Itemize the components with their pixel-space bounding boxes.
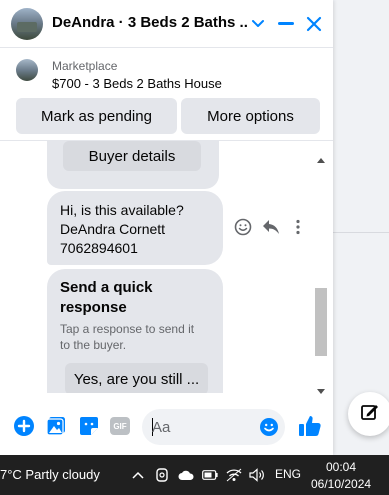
chevron-up-icon[interactable]: [130, 467, 146, 483]
listing-title: $700 - 3 Beds 2 Baths House: [52, 76, 222, 91]
message-line: DeAndra Cornett: [60, 221, 166, 237]
listing-actions: Mark as pending More options: [0, 96, 333, 138]
cloud-icon[interactable]: [178, 467, 194, 483]
message-input[interactable]: Aa: [142, 409, 285, 445]
gif-label: GIF: [110, 417, 130, 435]
language-indicator[interactable]: ENG: [275, 467, 301, 481]
photo-icon[interactable]: [45, 415, 67, 437]
react-icon[interactable]: [233, 217, 253, 237]
message-line: Hi, is this available?: [60, 202, 184, 218]
new-message-button[interactable]: [348, 392, 389, 436]
listing-thumbnail: [16, 59, 38, 81]
volume-icon[interactable]: [249, 467, 265, 483]
gif-icon[interactable]: GIF: [109, 415, 131, 437]
close-icon[interactable]: [302, 12, 326, 36]
emoji-icon[interactable]: [260, 418, 278, 441]
reply-icon[interactable]: [261, 217, 281, 237]
message-bubble: Hi, is this available? DeAndra Cornett 7…: [47, 191, 223, 265]
quick-response-hint: to the buyer.: [60, 338, 127, 352]
chat-title[interactable]: DeAndra · 3 Beds 2 Baths ...: [52, 14, 248, 31]
message-composer: GIF Aa: [0, 402, 333, 448]
message-line: 7062894601: [60, 240, 138, 256]
message-list: Buyer details Hi, is this available? DeA…: [0, 140, 333, 393]
chat-header: DeAndra · 3 Beds 2 Baths ...: [0, 0, 333, 48]
battery-icon[interactable]: [202, 467, 218, 483]
quick-response-title: response: [60, 299, 127, 316]
buyer-details-button[interactable]: Buyer details: [63, 141, 201, 171]
scroll-up-icon[interactable]: [317, 150, 325, 168]
avatar[interactable]: [11, 8, 43, 40]
quick-response-chip[interactable]: Yes, are you still ...: [65, 363, 208, 393]
minimize-icon[interactable]: [274, 12, 298, 36]
more-icon[interactable]: [288, 217, 308, 237]
scroll-thumb[interactable]: [315, 288, 327, 356]
message-input-placeholder: Aa: [152, 419, 171, 436]
mark-as-pending-button[interactable]: Mark as pending: [16, 98, 177, 134]
message-scrollbar[interactable]: [314, 146, 328, 394]
sticker-icon[interactable]: [78, 415, 100, 437]
background-divider: [333, 232, 389, 233]
app-icon[interactable]: [154, 467, 170, 483]
listing-info[interactable]: Marketplace $700 - 3 Beds 2 Baths House: [0, 48, 333, 96]
clock-time[interactable]: 00:04: [326, 460, 356, 474]
more-options-button[interactable]: More options: [181, 98, 320, 134]
chevron-down-icon[interactable]: [246, 12, 270, 36]
like-icon[interactable]: [297, 413, 323, 439]
chat-window: DeAndra · 3 Beds 2 Baths ... Marketplace…: [0, 0, 333, 455]
listing-label: Marketplace: [52, 59, 118, 73]
plus-icon[interactable]: [13, 415, 35, 437]
buyer-details-card: Buyer details: [47, 141, 219, 189]
scroll-down-icon[interactable]: [317, 382, 325, 400]
quick-response-card: Send a quick response Tap a response to …: [47, 269, 223, 393]
wifi-icon[interactable]: [226, 467, 242, 483]
quick-response-hint: Tap a response to send it: [60, 322, 195, 336]
compose-icon: [360, 402, 380, 427]
weather-widget[interactable]: 7°C Partly cloudy: [0, 467, 100, 482]
clock-date[interactable]: 06/10/2024: [311, 477, 371, 491]
quick-response-title: Send a quick: [60, 279, 153, 296]
taskbar: 7°C Partly cloudy ENG 00:04 06/10/2024: [0, 455, 389, 495]
